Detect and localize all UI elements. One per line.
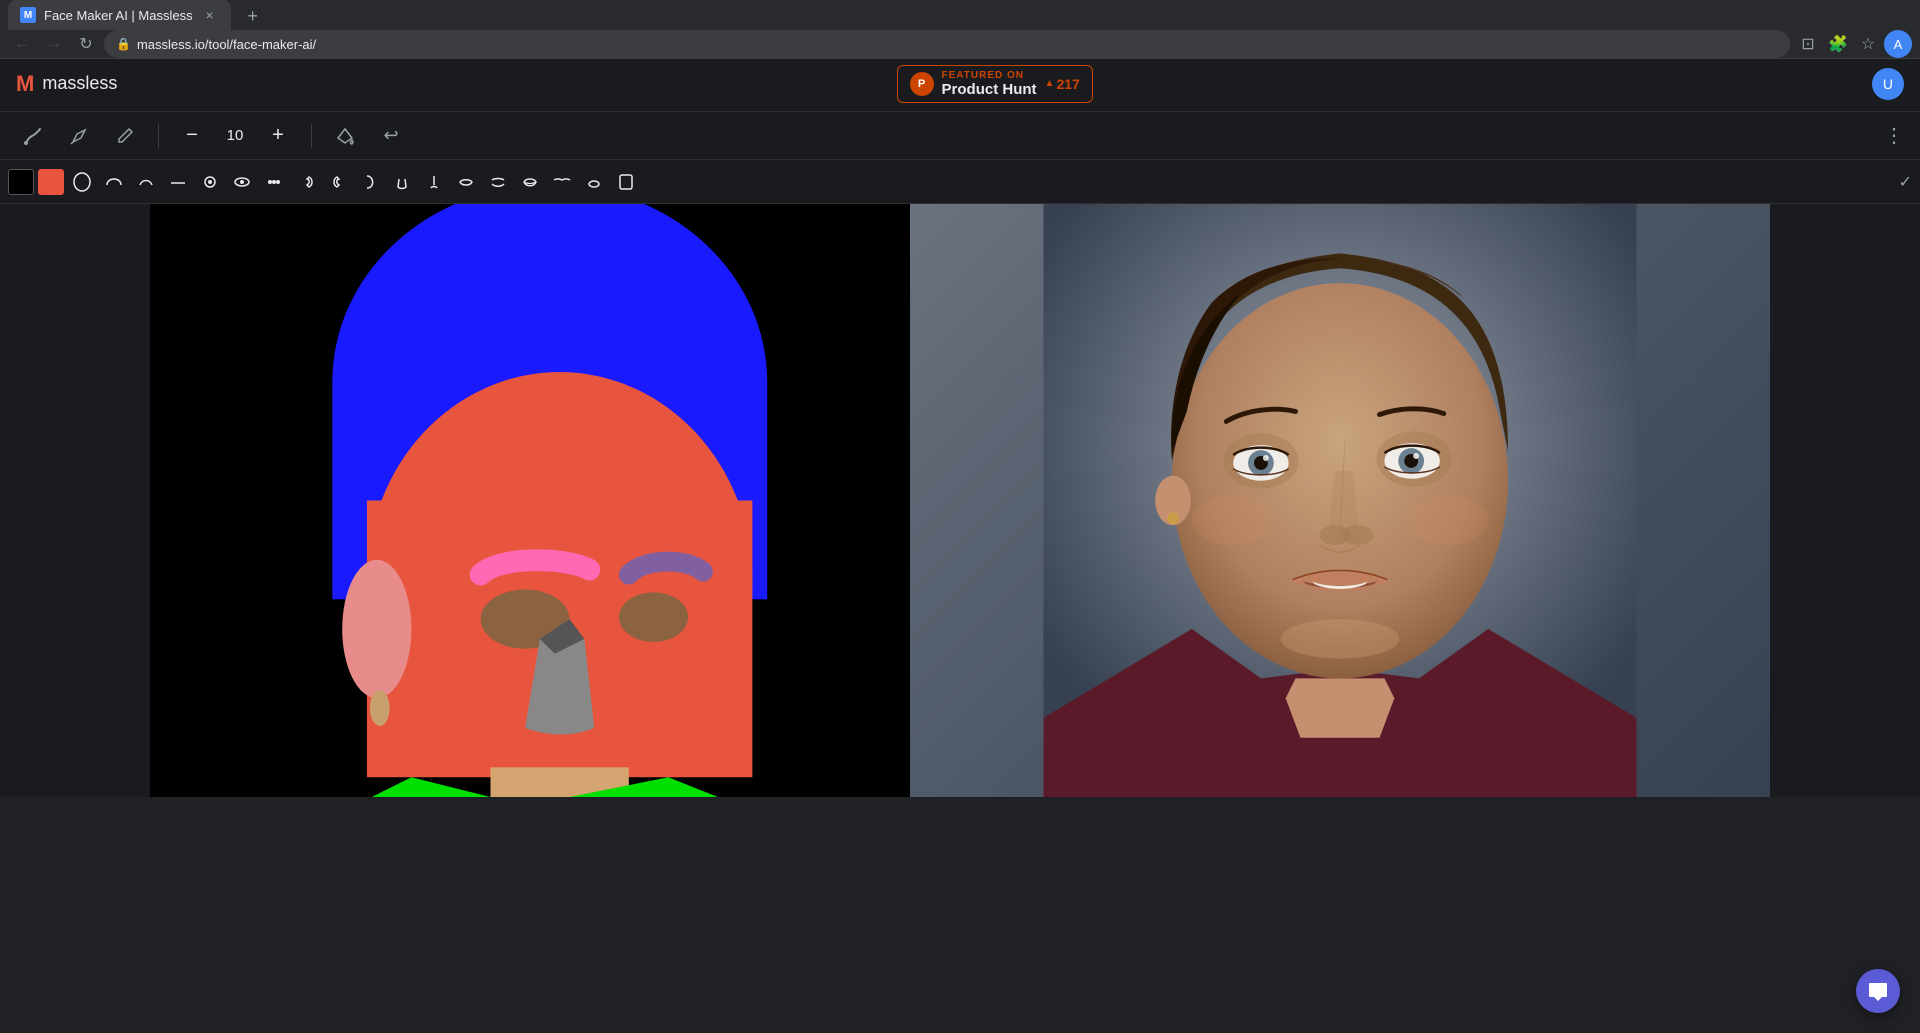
- address-bar[interactable]: 🔒 massless.io/tool/face-maker-ai/: [104, 30, 1790, 58]
- cast-button[interactable]: ⊡: [1794, 30, 1822, 58]
- face-outline-shape[interactable]: [68, 168, 96, 196]
- pencil-tool-button[interactable]: [108, 119, 142, 153]
- security-icon: 🔒: [116, 37, 131, 51]
- ph-logo: P: [910, 72, 934, 96]
- eyebrow-arc-shape[interactable]: [132, 168, 160, 196]
- shape-toolbar: ✓: [0, 160, 1920, 204]
- result-photo-svg: [910, 204, 1770, 797]
- app-logo: M massless: [16, 71, 117, 97]
- ph-count-number: 217: [1056, 76, 1079, 92]
- tab-close-button[interactable]: ×: [201, 6, 219, 24]
- check-icon: ✓: [1899, 172, 1912, 192]
- profile-button[interactable]: A: [1884, 30, 1912, 58]
- active-tab[interactable]: M Face Maker AI | Massless ×: [8, 0, 231, 30]
- ear-right-shape[interactable]: [292, 168, 320, 196]
- nose-base-shape[interactable]: [388, 168, 416, 196]
- chat-button[interactable]: [1856, 969, 1900, 1013]
- color-swatch-red[interactable]: [38, 169, 64, 195]
- pen-tool-button[interactable]: [62, 119, 96, 153]
- eyebrow-line-shape[interactable]: [164, 168, 192, 196]
- ph-name: Product Hunt: [942, 81, 1037, 98]
- nav-right-icons: ⊡ 🧩 ☆ A: [1794, 30, 1912, 58]
- face-square-shape[interactable]: [612, 168, 640, 196]
- ear-curve-shape[interactable]: [356, 168, 384, 196]
- toolbar-check: ✓: [1899, 172, 1912, 192]
- url-text: massless.io/tool/face-maker-ai/: [137, 37, 1778, 52]
- toolbar-separator-1: [158, 124, 159, 148]
- result-panel: [910, 204, 1770, 797]
- hair-shape[interactable]: [100, 168, 128, 196]
- lips-smile-shape[interactable]: [452, 168, 480, 196]
- tab-favicon: M: [20, 7, 36, 23]
- ph-featured-label: FEATURED ON: [942, 70, 1037, 81]
- undo-button[interactable]: ↩: [374, 119, 408, 153]
- face-drawing-svg: [150, 204, 910, 797]
- ph-text-block: FEATURED ON Product Hunt: [942, 70, 1037, 98]
- toolbar-separator-2: [311, 124, 312, 148]
- fill-tool-button[interactable]: [328, 119, 362, 153]
- bookmark-button[interactable]: ☆: [1854, 30, 1882, 58]
- dots-shape[interactable]: [260, 168, 288, 196]
- app-header: M massless P FEATURED ON Product Hunt ▲ …: [0, 56, 1920, 112]
- main-toolbar: − 10 + ↩ ⋮: [0, 112, 1920, 160]
- drawing-canvas[interactable]: [150, 204, 910, 797]
- ear-shape[interactable]: [324, 168, 352, 196]
- left-sidebar: [0, 204, 150, 797]
- product-hunt-badge[interactable]: P FEATURED ON Product Hunt ▲ 217: [897, 65, 1093, 103]
- logo-mark: M: [16, 71, 34, 97]
- color-swatch-black[interactable]: [8, 169, 34, 195]
- browser-chrome: M Face Maker AI | Massless × + ← → ↻ 🔒 m…: [0, 0, 1920, 56]
- increase-size-button[interactable]: +: [261, 119, 295, 153]
- lips-open-shape[interactable]: [484, 168, 512, 196]
- tab-title: Face Maker AI | Massless: [44, 8, 193, 23]
- lips-pout-shape[interactable]: [516, 168, 544, 196]
- forward-button[interactable]: →: [40, 30, 68, 58]
- extensions-button[interactable]: 🧩: [1824, 30, 1852, 58]
- nose-shape[interactable]: [420, 168, 448, 196]
- decrease-size-button[interactable]: −: [175, 119, 209, 153]
- nose-oval-shape[interactable]: [580, 168, 608, 196]
- back-button[interactable]: ←: [8, 30, 36, 58]
- new-tab-button[interactable]: +: [239, 2, 267, 30]
- reload-button[interactable]: ↻: [72, 30, 100, 58]
- nav-bar: ← → ↻ 🔒 massless.io/tool/face-maker-ai/ …: [0, 30, 1920, 59]
- photo-result: [910, 204, 1770, 797]
- logo-text: massless: [42, 73, 117, 94]
- brows-lines-shape[interactable]: [548, 168, 576, 196]
- ph-arrow-icon: ▲: [1045, 78, 1055, 89]
- ph-vote-count: ▲ 217: [1045, 76, 1080, 92]
- more-options-button[interactable]: ⋮: [1884, 123, 1904, 148]
- tab-bar: M Face Maker AI | Massless × +: [0, 0, 1920, 30]
- header-right: U: [1872, 68, 1904, 100]
- eye-circle-shape[interactable]: [196, 168, 224, 196]
- brush-tool-button[interactable]: [16, 119, 50, 153]
- brush-size-display: 10: [221, 127, 249, 144]
- eye-wide-shape[interactable]: [228, 168, 256, 196]
- user-avatar[interactable]: U: [1872, 68, 1904, 100]
- main-content: [0, 204, 1920, 797]
- right-sidebar: [1770, 204, 1920, 797]
